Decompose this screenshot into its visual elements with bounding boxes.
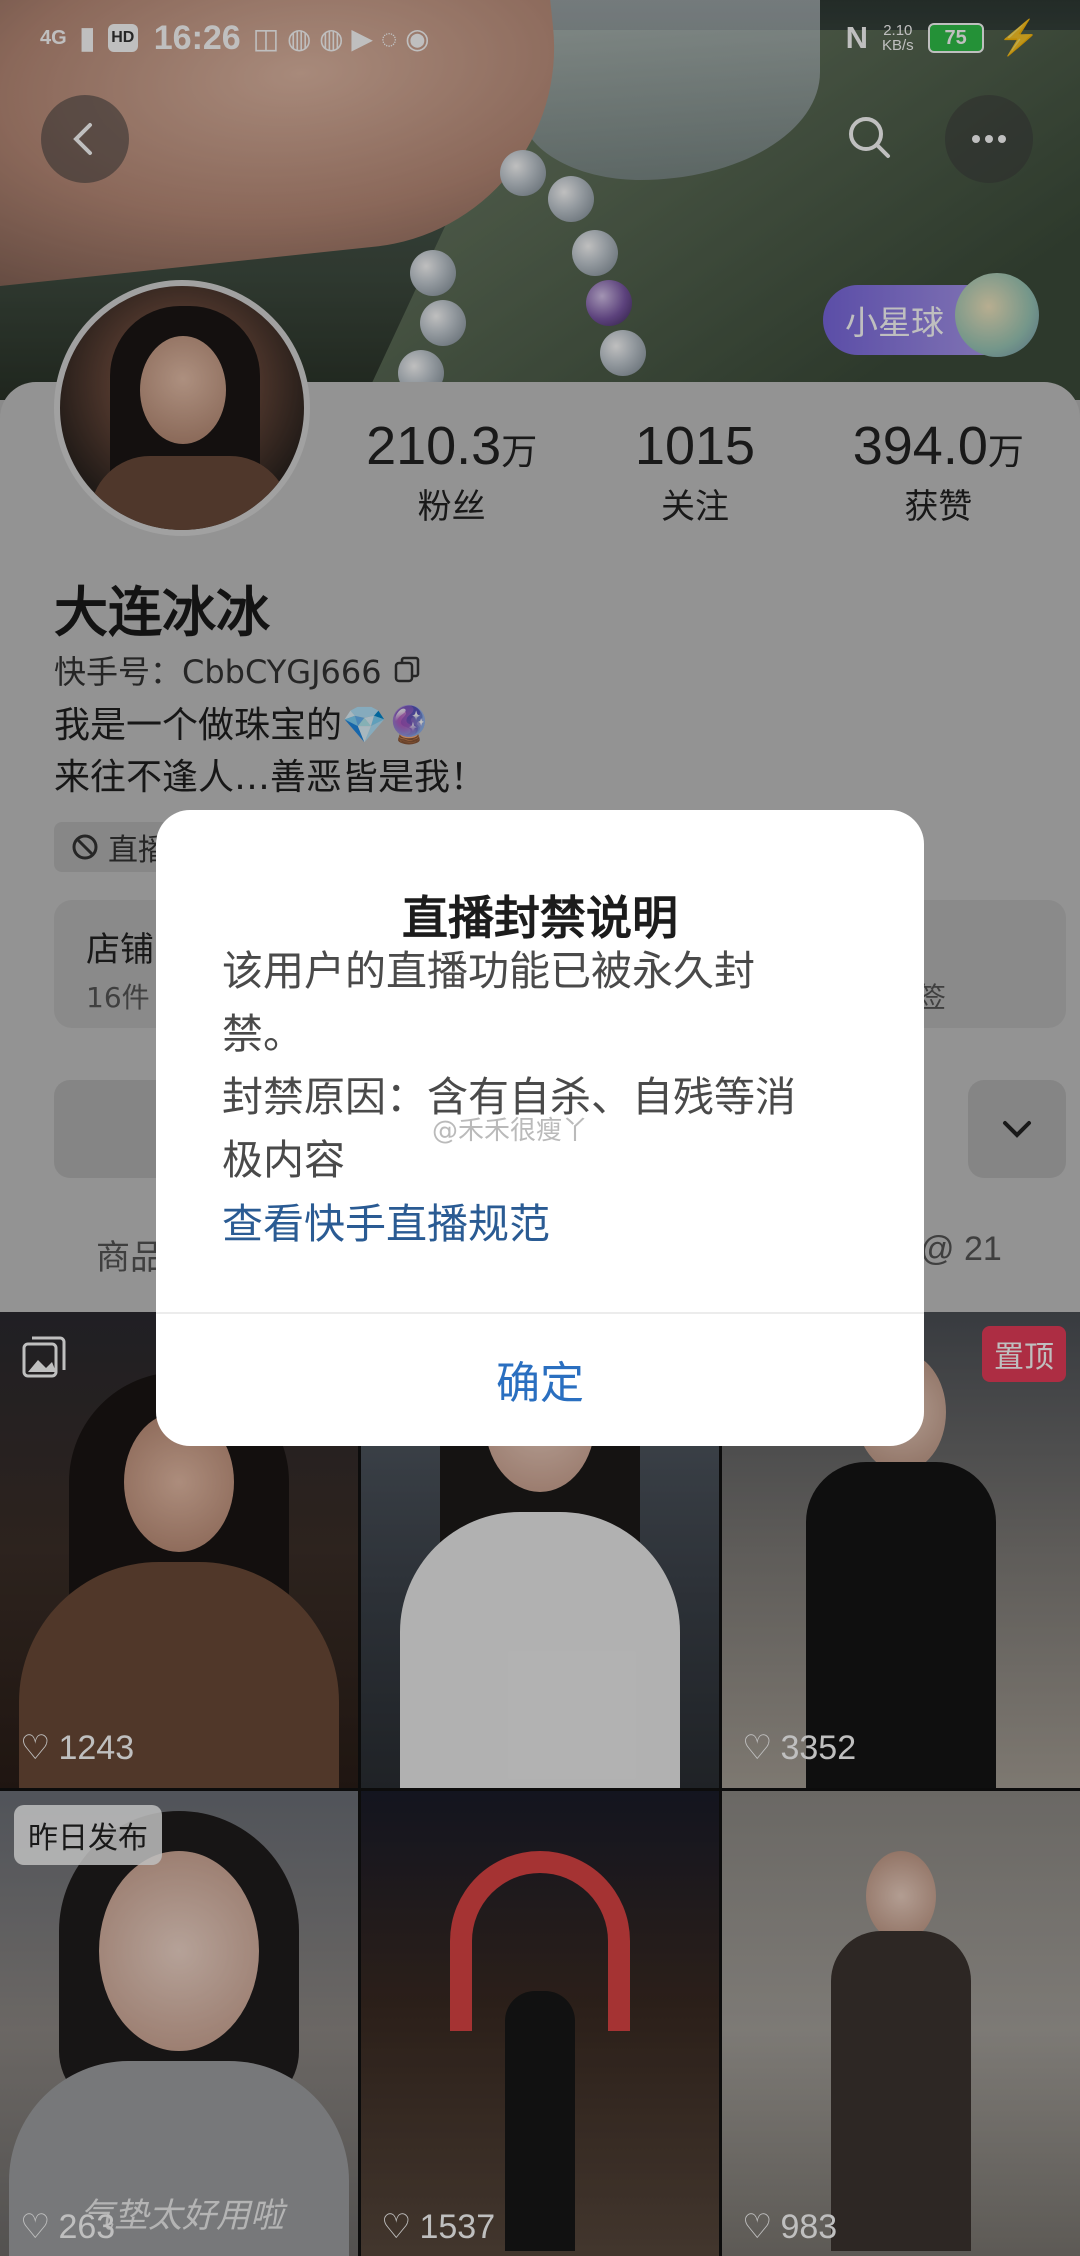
confirm-button[interactable]: 确定 xyxy=(156,1312,924,1446)
watermark: @禾禾很瘦丫 xyxy=(432,1116,589,1146)
dialog-title: 直播封禁说明 xyxy=(402,891,678,945)
live-rules-link[interactable]: 查看快手直播规范 xyxy=(222,1190,550,1250)
dialog-body: 该用户的直播功能已被永久封 禁。 封禁原因：含有自杀、自残等消 极内容 xyxy=(222,947,796,1184)
